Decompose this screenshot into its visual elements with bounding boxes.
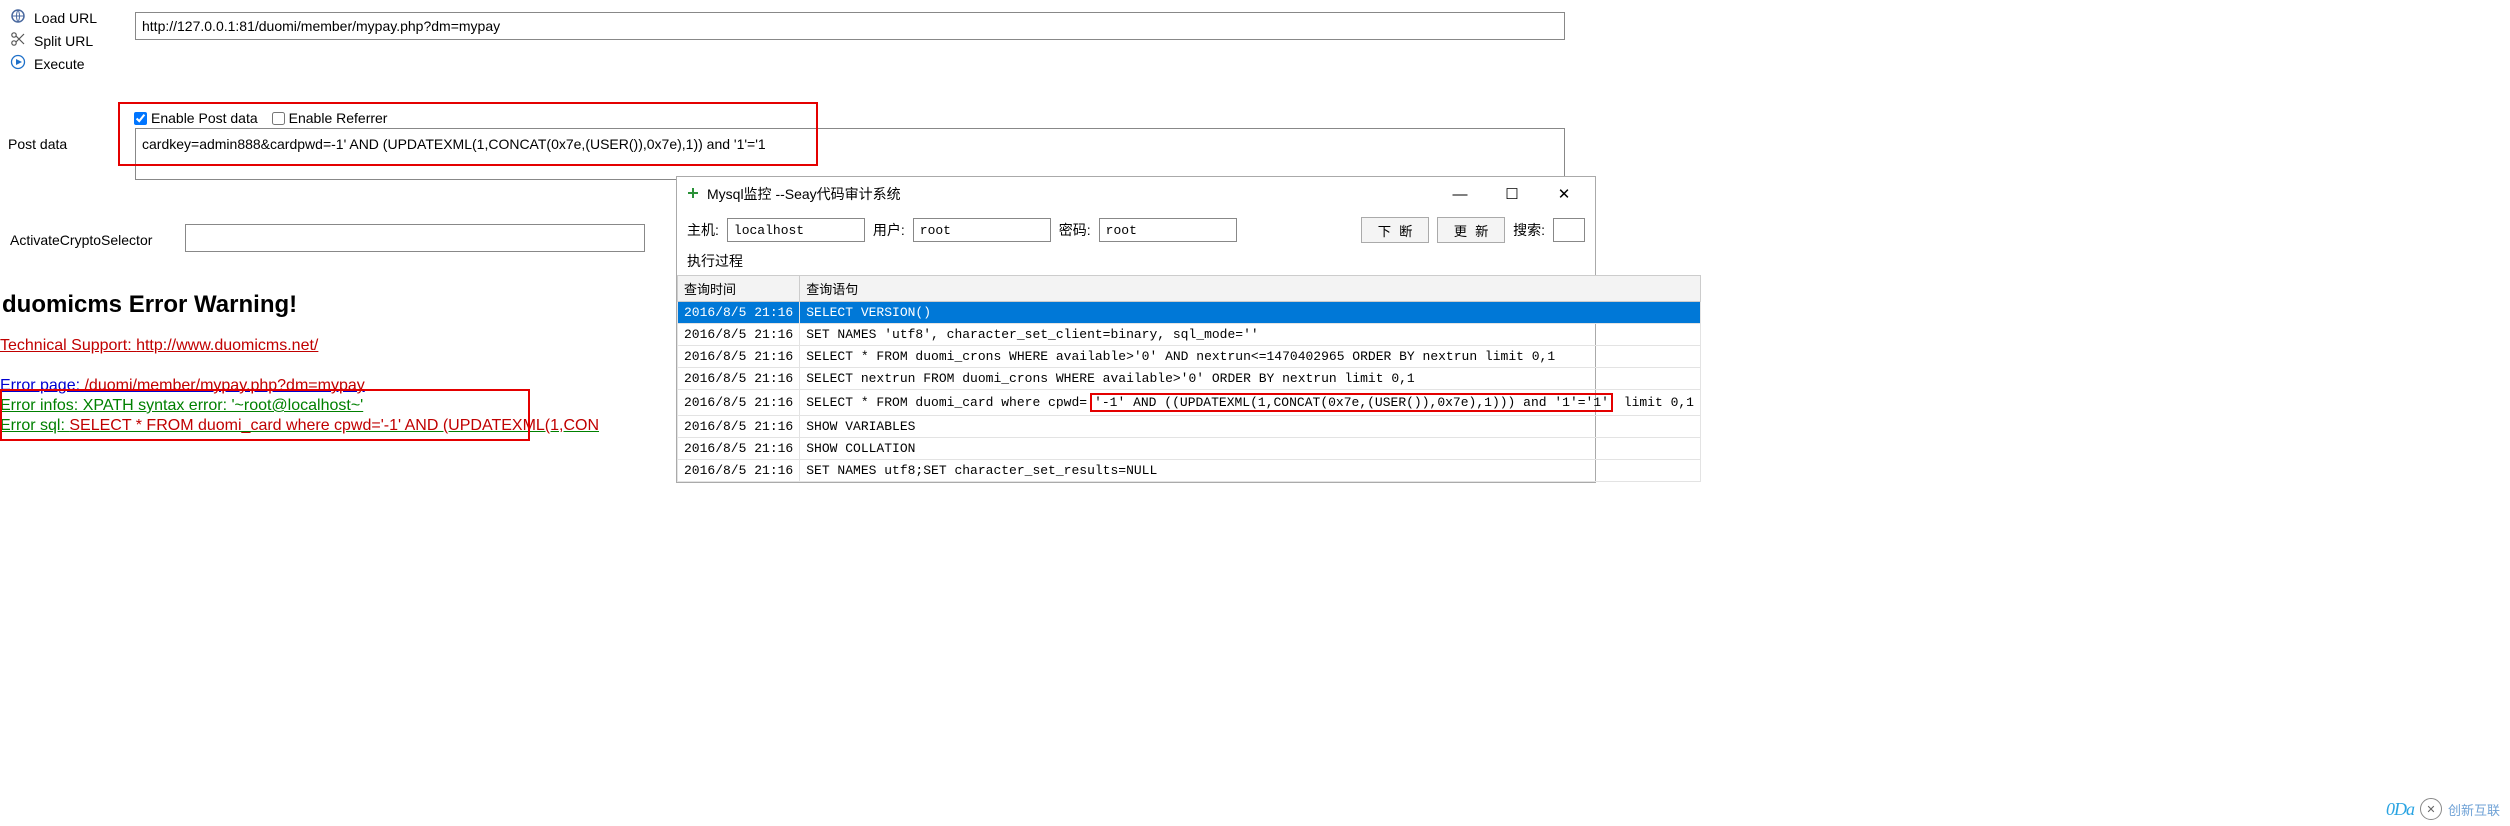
cell-sql: SET NAMES 'utf8', character_set_client=b… [800,324,1701,346]
cell-time: 2016/8/5 21:16 [678,368,800,390]
table-row[interactable]: 2016/8/5 21:16SHOW COLLATION [678,438,1701,460]
cell-sql: SELECT * FROM duomi_card where cpwd='-1'… [800,390,1701,416]
table-row[interactable]: 2016/8/5 21:16SHOW VARIABLES [678,416,1701,438]
table-row[interactable]: 2016/8/5 21:16SELECT nextrun FROM duomi_… [678,368,1701,390]
activate-crypto-label[interactable]: ActivateCryptoSelector [10,232,152,248]
technical-support-link[interactable]: http://www.duomicms.net/ [136,337,318,354]
search-label: 搜索: [1513,220,1545,240]
post-data-label: Post data [8,136,67,152]
mysql-app-icon [685,185,701,204]
cell-sql: SELECT VERSION() [800,302,1701,324]
table-row[interactable]: 2016/8/5 21:16SET NAMES 'utf8', characte… [678,324,1701,346]
annotation-highlight-injected-sql: '-1' AND ((UPDATEXML(1,CONCAT(0x7e,(USER… [1090,393,1613,412]
break-button[interactable]: 下断 [1361,217,1429,243]
password-input[interactable] [1099,218,1237,242]
search-input[interactable] [1553,218,1585,242]
minimize-button[interactable]: — [1437,183,1483,205]
cell-sql: SHOW COLLATION [800,438,1701,460]
table-row[interactable]: 2016/8/5 21:16SELECT * FROM duomi_crons … [678,346,1701,368]
cell-time: 2016/8/5 21:16 [678,460,800,482]
table-row[interactable]: 2016/8/5 21:16SET NAMES utf8;SET charact… [678,460,1701,482]
error-page-link[interactable]: /duomi/member/mypay.php?dm=mypay [84,377,364,394]
activate-crypto-input[interactable] [185,224,645,252]
cell-time: 2016/8/5 21:16 [678,416,800,438]
password-label: 密码: [1059,220,1091,240]
table-row[interactable]: 2016/8/5 21:16SELECT VERSION() [678,302,1701,324]
enable-post-label: Enable Post data [151,110,258,126]
col-time-header[interactable]: 查询时间 [678,276,800,302]
execute-label[interactable]: Execute [34,56,116,72]
table-row[interactable]: 2016/8/5 21:16SELECT * FROM duomi_card w… [678,390,1701,416]
cell-time: 2016/8/5 21:16 [678,438,800,460]
enable-referrer-checkbox[interactable]: Enable Referrer [272,110,388,126]
load-url-icon [8,8,28,27]
cell-time: 2016/8/5 21:16 [678,390,800,416]
load-url-label[interactable]: Load URL [34,10,116,26]
cell-sql: SELECT nextrun FROM duomi_crons WHERE av… [800,368,1701,390]
watermark-logo-icon: ✕ [2420,798,2442,820]
close-button[interactable]: ✕ [1541,183,1587,205]
refresh-button[interactable]: 更新 [1437,217,1505,243]
user-label: 用户: [873,220,905,240]
split-url-icon [8,31,28,50]
post-data-input[interactable]: cardkey=admin888&cardpwd=-1' AND (UPDATE… [135,128,1565,180]
execute-icon [8,54,28,73]
cell-sql: SHOW VARIABLES [800,416,1701,438]
query-log-table: 查询时间 查询语句 2016/8/5 21:16SELECT VERSION()… [677,275,1701,482]
host-label: 主机: [687,220,719,240]
enable-referrer-label: Enable Referrer [289,110,388,126]
mysql-window-title: Mysql监控 --Seay代码审计系统 [707,184,1431,204]
split-url-label[interactable]: Split URL [34,33,116,49]
col-sql-header[interactable]: 查询语句 [800,276,1701,302]
mysql-monitor-window: Mysql监控 --Seay代码审计系统 — ☐ ✕ 主机: 用户: 密码: 下… [676,176,1596,483]
exec-process-label: 执行过程 [677,249,1595,275]
cell-time: 2016/8/5 21:16 [678,324,800,346]
watermark: 0Da ✕ 创新互联 [2386,798,2500,820]
cell-sql: SET NAMES utf8;SET character_set_results… [800,460,1701,482]
url-input[interactable] [135,12,1565,40]
cell-sql: SELECT * FROM duomi_crons WHERE availabl… [800,346,1701,368]
maximize-button[interactable]: ☐ [1489,183,1535,205]
enable-post-checkbox[interactable]: Enable Post data [134,110,258,126]
host-input[interactable] [727,218,865,242]
user-input[interactable] [913,218,1051,242]
cell-time: 2016/8/5 21:16 [678,302,800,324]
cell-time: 2016/8/5 21:16 [678,346,800,368]
